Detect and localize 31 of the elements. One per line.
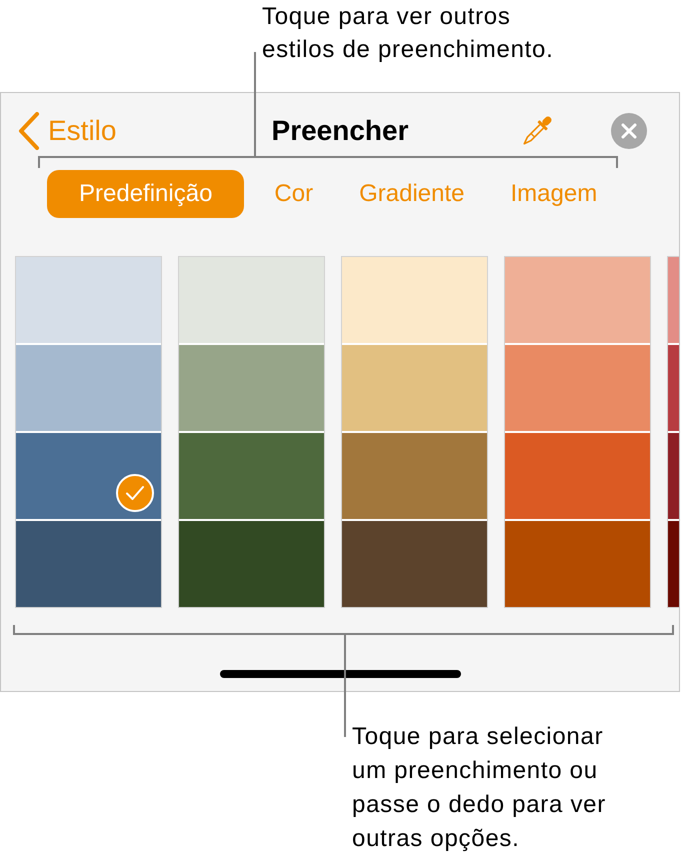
callout-text: Toque para selecionar um preenchimento ou passe o dedo para ver outras opções. (352, 722, 607, 854)
color-swatch[interactable] (16, 345, 161, 431)
close-button[interactable] (611, 113, 647, 149)
panel-title: Preencher (272, 114, 408, 148)
color-swatch[interactable] (668, 257, 679, 343)
color-swatch[interactable] (505, 345, 650, 431)
chevron-left-icon (18, 112, 40, 150)
color-swatch[interactable] (342, 433, 487, 519)
color-swatch[interactable] (505, 521, 650, 607)
back-button[interactable]: Estilo (18, 112, 116, 150)
color-swatch[interactable] (16, 257, 161, 343)
color-swatch[interactable] (505, 433, 650, 519)
segment-tab[interactable]: Gradiente (343, 170, 480, 218)
color-swatch[interactable] (668, 521, 679, 607)
color-swatch[interactable] (342, 521, 487, 607)
color-swatch[interactable] (179, 433, 324, 519)
segment-tab[interactable]: Predefinição (47, 170, 244, 218)
callout-text: Toque para ver outros estilos de preenchimento. (262, 2, 554, 65)
color-swatch[interactable] (179, 345, 324, 431)
color-swatch[interactable] (16, 521, 161, 607)
color-swatch[interactable] (342, 345, 487, 431)
color-swatch[interactable] (179, 521, 324, 607)
segment-tab[interactable]: Imagem (494, 170, 614, 218)
color-swatch[interactable] (16, 433, 161, 519)
color-swatch[interactable] (668, 345, 679, 431)
color-swatch[interactable] (668, 433, 679, 519)
segment-tab[interactable]: Cor (258, 170, 330, 218)
close-icon (611, 113, 647, 149)
color-swatch[interactable] (342, 257, 487, 343)
color-swatch[interactable] (179, 257, 324, 343)
color-swatch[interactable] (505, 257, 650, 343)
